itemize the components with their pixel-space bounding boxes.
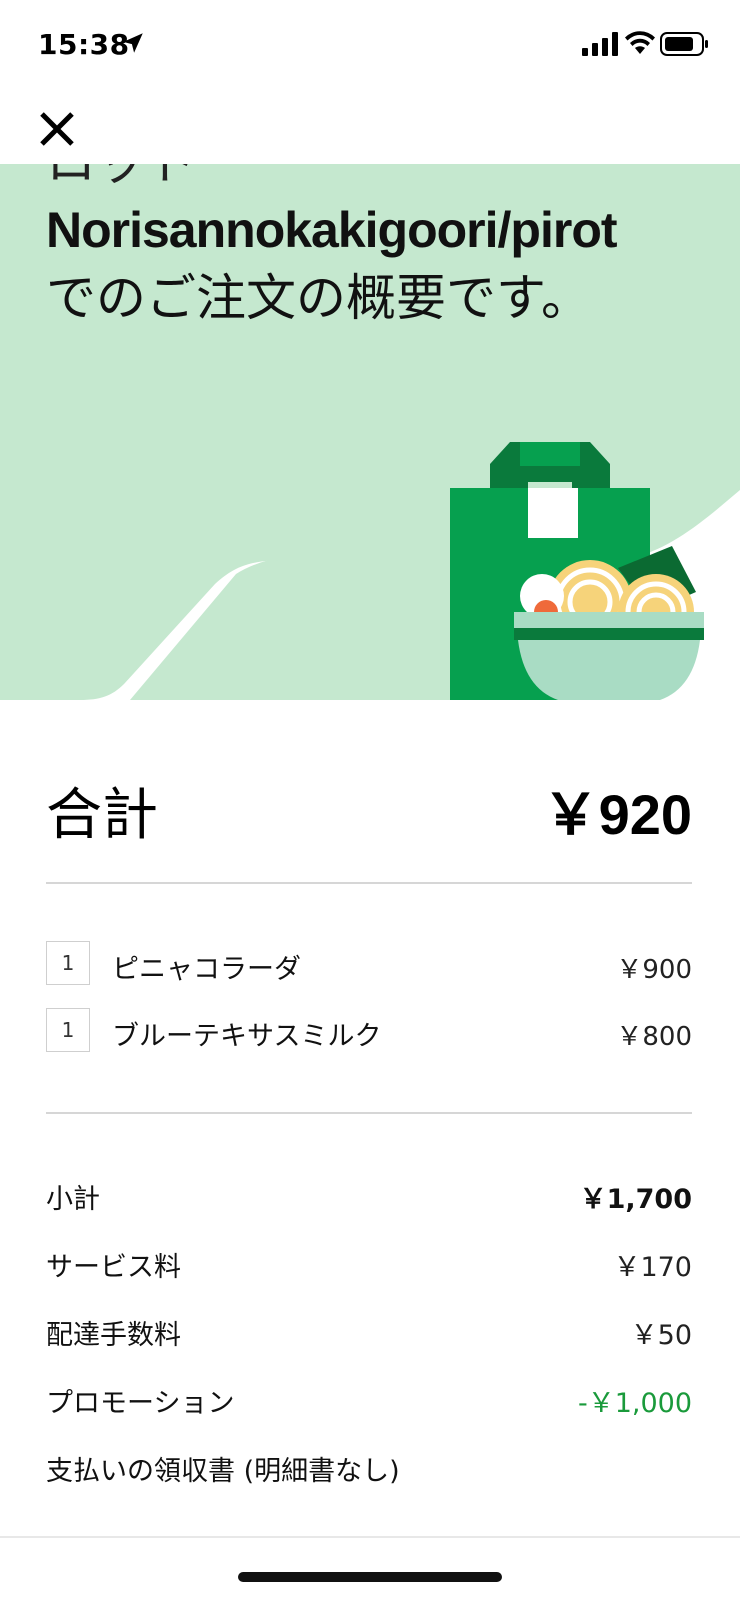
order-item: 1 ブルーテキサスミルク ￥800	[46, 1008, 692, 1054]
item-price: ￥900	[616, 955, 692, 985]
total-row: 合計 ￥920	[46, 770, 692, 846]
promotion-label: プロモーション	[46, 1388, 235, 1419]
service-fee-label: サービス料	[46, 1252, 181, 1283]
subtotal-value: ￥1,700	[579, 1184, 692, 1215]
close-icon	[40, 112, 74, 146]
hero-title: ロット Norisannokakigoori/pirot でのご注文の概要です。	[46, 164, 736, 332]
battery-icon	[660, 32, 708, 56]
receipt-label[interactable]: 支払いの領収書 (明細書なし)	[46, 1449, 400, 1488]
location-arrow-icon	[123, 33, 143, 53]
service-fee-value: ￥170	[613, 1252, 692, 1283]
subtotal-row: 小計 ￥1,700	[46, 1177, 692, 1217]
hero-title-line3: でのご注文の概要です。	[46, 270, 591, 326]
wifi-icon	[625, 31, 655, 54]
status-bar: 15:38	[0, 0, 740, 92]
order-item: 1 ピニャコラーダ ￥900	[46, 941, 692, 987]
promotion-row: プロモーション -￥1,000	[46, 1381, 692, 1421]
delivery-fee-label: 配達手数料	[46, 1320, 181, 1351]
promotion-value: -￥1,000	[577, 1388, 692, 1419]
item-name: ブルーテキサスミルク	[112, 1021, 382, 1052]
status-time: 15:38	[38, 28, 130, 61]
item-name: ピニャコラーダ	[112, 954, 301, 985]
divider	[46, 882, 692, 884]
receipt-row[interactable]: 支払いの領収書 (明細書なし)	[46, 1449, 692, 1489]
delivery-fee-value: ￥50	[630, 1320, 692, 1351]
total-value: ￥920	[542, 783, 692, 846]
close-button[interactable]	[36, 108, 78, 150]
restaurant-name: Norisannokakigoori/pirot	[46, 202, 618, 258]
bottom-divider	[0, 1536, 740, 1538]
hero-banner: ロット Norisannokakigoori/pirot でのご注文の概要です。	[0, 164, 740, 700]
item-quantity: 1	[46, 1008, 90, 1052]
service-fee-row: サービス料 ￥170	[46, 1245, 692, 1285]
divider	[46, 1112, 692, 1114]
shopping-bag-noodles-icon	[450, 442, 704, 700]
subtotal-label: 小計	[46, 1184, 100, 1215]
home-indicator[interactable]	[238, 1572, 502, 1582]
total-label: 合計	[46, 783, 158, 846]
item-price: ￥800	[616, 1022, 692, 1052]
item-quantity: 1	[46, 941, 90, 985]
hero-title-line1: ロット	[46, 164, 736, 196]
signal-icon	[582, 32, 618, 56]
delivery-fee-row: 配達手数料 ￥50	[46, 1313, 692, 1353]
